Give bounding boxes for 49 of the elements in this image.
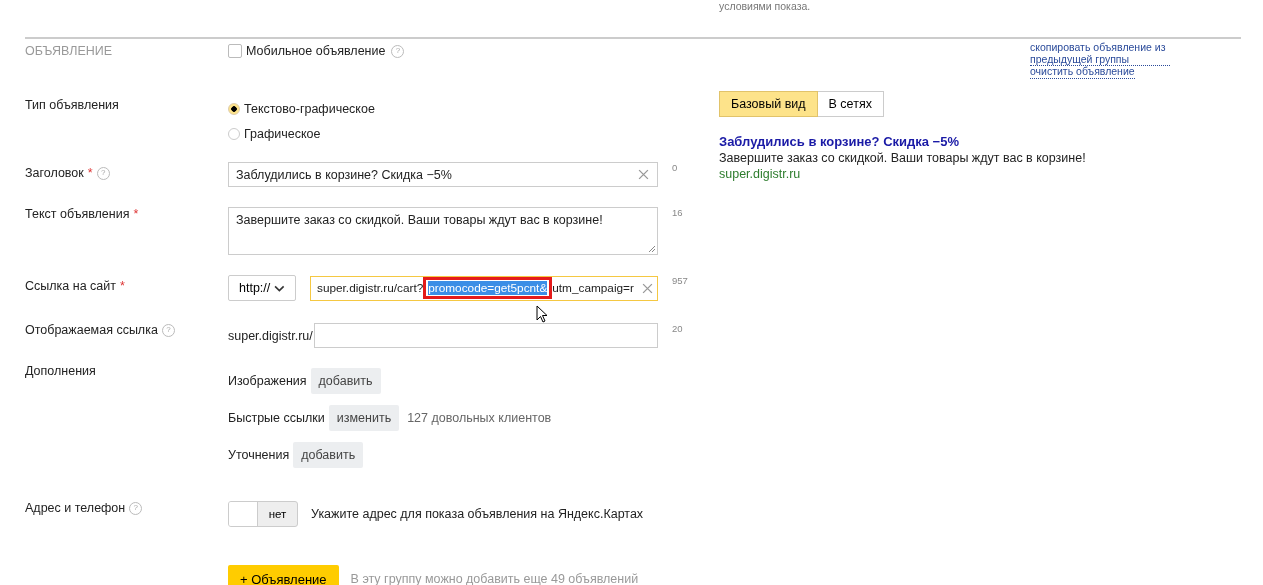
clear-icon[interactable] xyxy=(638,169,649,180)
resize-grip-icon[interactable] xyxy=(648,245,656,253)
field-label: Текст объявления xyxy=(25,207,130,221)
view-tab[interactable]: Базовый вид xyxy=(719,90,818,117)
clear-icon[interactable] xyxy=(642,282,653,294)
extension-button[interactable]: изменить xyxy=(328,405,400,431)
field-label: Заголовок xyxy=(25,166,84,180)
radio-label: Графическое xyxy=(244,127,321,141)
ad-preview-url: super.digistr.ru xyxy=(719,166,802,181)
display-link-field[interactable] xyxy=(314,323,658,348)
mouse-pointer-icon xyxy=(536,305,548,323)
extension-label: Уточнения xyxy=(228,448,290,462)
url-prefix: super.digistr.ru/ xyxy=(228,328,314,343)
add-hint: В эту группу можно добавить еще 49 объявлений xyxy=(350,572,639,585)
title-input-field[interactable]: Заблудились в корзине? Скидка −5% xyxy=(228,162,658,187)
ad-text-field[interactable]: Завершите заказ со скидкой. Ваши товары ждут вас в корзине! xyxy=(228,207,658,255)
section-title: ОБЪЯВЛЕНИЕ xyxy=(25,44,113,58)
checkbox-label: Мобильное объявление xyxy=(246,44,386,58)
add-ad-button[interactable]: + Объявление xyxy=(228,565,339,585)
radio-label: Текстово-графическое xyxy=(244,102,375,116)
character-counter: 16 xyxy=(672,207,683,218)
url-input-field[interactable]: super.digistr.ru/cart? promocode=get5pcnt& utm_campaig=r xyxy=(310,275,658,301)
character-counter: 20 xyxy=(672,323,683,334)
action-link[interactable]: очистить объявление xyxy=(1030,66,1135,79)
character-counter: 0 xyxy=(672,162,678,173)
chevron-down-icon xyxy=(274,284,285,292)
required-mark: * xyxy=(87,166,93,180)
extension-label: Изображения xyxy=(228,374,307,388)
checkbox[interactable] xyxy=(228,44,242,58)
extension-button[interactable]: добавить xyxy=(310,368,381,394)
note-text: условиями показа. xyxy=(719,0,811,12)
field-label: Тип объявления xyxy=(25,98,119,112)
field-label: Отображаемая ссылка xyxy=(25,323,158,337)
radio-button[interactable] xyxy=(228,103,240,115)
ad-preview-title: Заблудились в корзине? Скидка −5% xyxy=(719,133,960,149)
extension-button[interactable]: добавить xyxy=(293,442,364,468)
protocol-dropdown[interactable]: http:// xyxy=(228,275,296,301)
extension-label: Быстрые ссылки xyxy=(228,411,325,425)
field-label: Дополнения xyxy=(25,364,96,378)
character-counter: 957 xyxy=(672,275,688,286)
required-mark: * xyxy=(119,279,125,293)
field-label: Адрес и телефон xyxy=(25,501,126,515)
address-hint: Укажите адрес для показа объявления на Яндекс.Картах xyxy=(311,507,644,521)
toggle-switch[interactable]: нет xyxy=(228,501,298,527)
view-tab[interactable]: В сетях xyxy=(817,90,884,117)
required-mark: * xyxy=(133,207,139,221)
field-label: Ссылка на сайт xyxy=(25,279,116,293)
extension-note: 127 довольных клиентов xyxy=(407,411,552,425)
ad-preview-text: Завершите заказ со скидкой. Ваши товары ждут вас в корзине! xyxy=(719,150,1087,165)
